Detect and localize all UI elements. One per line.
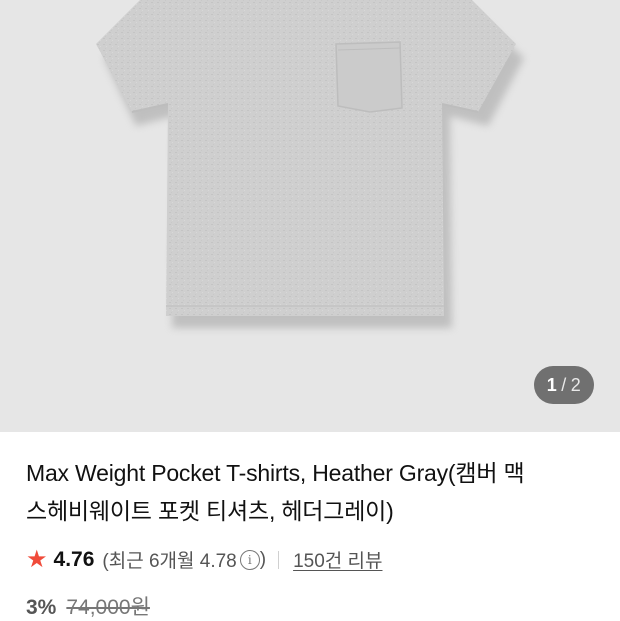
review-count-link[interactable]: 150건 리뷰 xyxy=(293,546,382,573)
pager-total: 2 xyxy=(570,374,582,395)
product-title-line1: Max Weight Pocket T-shirts, Heather Gray… xyxy=(26,460,525,486)
pager-separator: / xyxy=(561,374,567,395)
divider xyxy=(278,550,280,569)
rating-score: 4.76 xyxy=(53,547,95,571)
star-icon: ★ xyxy=(26,545,48,573)
original-price: 74,000원 xyxy=(66,596,150,619)
pager-current: 1 xyxy=(546,374,558,395)
recent-rating-label: (최근 6개월 4.78 xyxy=(102,551,237,572)
recent-rating-close: ) xyxy=(259,548,267,570)
price-row: 3% 74,000원 xyxy=(26,591,594,621)
recent-rating: (최근 6개월 4.78 i ) xyxy=(102,546,266,573)
info-icon[interactable]: i xyxy=(239,549,260,570)
product-image-gallery[interactable]: 1 / 2 xyxy=(0,0,620,432)
product-title-line2: 스헤비웨이트 포켓 티셔츠, 헤더그레이) xyxy=(26,498,394,524)
product-image-tshirt xyxy=(96,0,524,328)
product-title: Max Weight Pocket T-shirts, Heather Gray… xyxy=(26,454,594,530)
image-pager: 1 / 2 xyxy=(534,366,594,404)
product-info: Max Weight Pocket T-shirts, Heather Gray… xyxy=(0,454,620,621)
rating-row: ★ 4.76 (최근 6개월 4.78 i ) 150건 리뷰 xyxy=(26,546,594,573)
discount-rate: 3% xyxy=(26,596,57,619)
